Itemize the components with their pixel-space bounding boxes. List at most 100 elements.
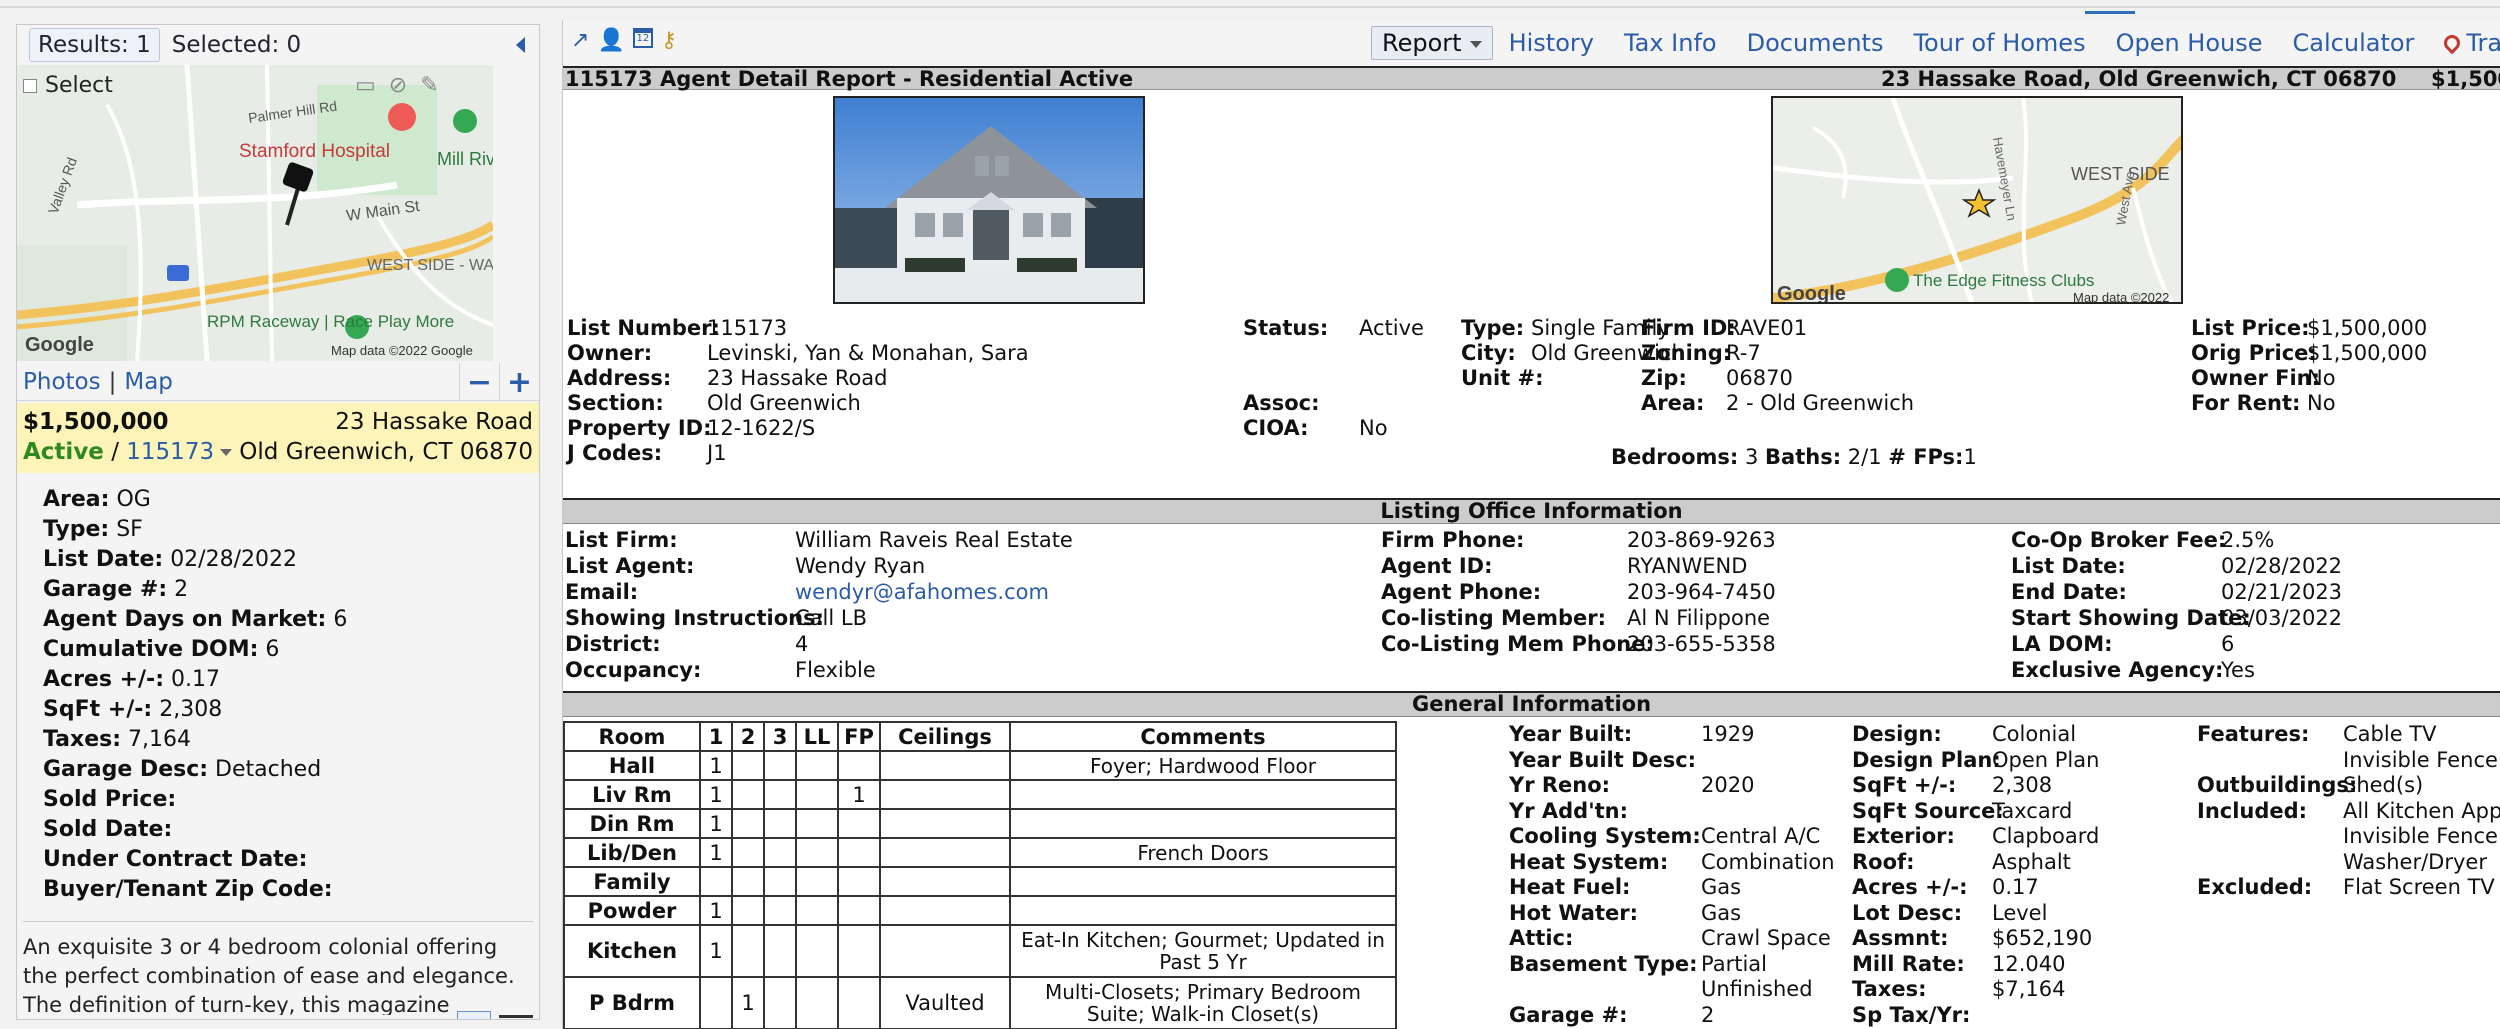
summary-fields: Area: OG Type: SF List Date: 02/28/2022 Gar…: [43, 485, 523, 905]
calendar-icon[interactable]: 12: [632, 28, 653, 48]
col-header-fp: FP: [837, 721, 881, 752]
map-draw-tools[interactable]: ▭ ⊘ ✎: [355, 73, 442, 98]
value-features: Cable TV: [2343, 722, 2437, 746]
cell-comments: Multi-Closets; Primary Bedroom Suite; Wa…: [1009, 976, 1397, 1029]
menu-tax-info[interactable]: Tax Info: [1624, 29, 1717, 57]
photos-link[interactable]: Photos: [23, 369, 101, 395]
menu-history[interactable]: History: [1509, 29, 1594, 57]
field-label: Garage Desc:: [43, 757, 209, 782]
col-header-ceilings: Ceilings: [879, 721, 1011, 752]
label-cooling-system: Cooling System:: [1509, 824, 1701, 848]
value-exterior: Clapboard: [1992, 824, 2100, 848]
label-owner: Owner:: [567, 341, 653, 365]
cell-l2: [731, 895, 765, 926]
label-lot-desc: Lot Desc:: [1852, 900, 1963, 925]
value-email[interactable]: wendyr@afahomes.com: [795, 580, 1049, 605]
table-row: Family: [563, 866, 1397, 897]
selected-count-tab[interactable]: Selected: 0: [172, 32, 301, 58]
label-la-dom: LA DOM:: [2011, 632, 2113, 656]
cell-room: Powder: [563, 895, 701, 926]
cell-l1: [699, 976, 733, 1029]
label-attic: Attic:: [1509, 926, 1574, 950]
select-checkbox[interactable]: [23, 78, 37, 93]
cell-l2: [731, 750, 765, 781]
col-header-3: 3: [763, 721, 797, 752]
listing-office-header: Listing Office Information: [563, 498, 2500, 524]
value-assmnt: $652,190: [1992, 926, 2093, 950]
label-list-agent: List Agent:: [565, 554, 695, 578]
label-co-listing-mem-phone: Co-Listing Mem Phone:: [1381, 632, 1654, 656]
select-all[interactable]: Select: [23, 73, 113, 98]
collapse-panel-icon[interactable]: [516, 37, 525, 53]
field-under-contract-date: Under Contract Date:: [43, 845, 523, 875]
results-map[interactable]: Palmer Hill Rd Stamford Hospital Mill Ri…: [17, 65, 493, 361]
value-mill-rate: 12.040: [1992, 951, 2066, 976]
report-menu: Report History Tax Info Documents Tour o…: [1371, 26, 2500, 60]
cell-room: Lib/Den: [563, 837, 701, 868]
value-la-dom: 6: [2221, 632, 2235, 656]
field-label: SqFt +/-:: [43, 697, 153, 722]
summary-mls-dropdown[interactable]: 115173: [126, 439, 233, 465]
cell-ceil: Vaulted: [879, 976, 1011, 1029]
report-address: 23 Hassake Road, Old Greenwich, CT 06870: [1881, 66, 2397, 91]
toolbar-icons: ↗ 👤 12 ⚷: [571, 28, 677, 53]
col-header-2: 2: [731, 721, 765, 752]
menu-calculator[interactable]: Calculator: [2293, 29, 2415, 57]
external-link-icon[interactable]: ↗: [571, 28, 589, 53]
map-label-westside: WEST SIDE - WATERSIDE - SOUTH END: [367, 257, 493, 274]
cell-ceil: [879, 837, 1011, 868]
col-header-comments: Comments: [1009, 721, 1397, 752]
value-agent-id: RYANWEND: [1627, 554, 1748, 578]
report-dropdown[interactable]: Report: [1371, 26, 1493, 60]
menu-open-house[interactable]: Open House: [2116, 29, 2263, 57]
table-row: Hall 1 Foyer; Hardwood Floor: [563, 750, 1397, 781]
card-view-icon[interactable]: [457, 1011, 491, 1019]
zoom-in-button[interactable]: +: [499, 363, 539, 401]
field-buyer-tenant-zip-code: Buyer/Tenant Zip Code:: [43, 875, 523, 905]
listing-description: An exquisite 3 or 4 bedroom colonial off…: [23, 935, 515, 1015]
label-orig-price: Orig Price:: [2191, 341, 2317, 365]
value-sqft: 2,308: [1992, 773, 2053, 797]
field-value: 02/28/2022: [170, 547, 297, 572]
label-exclusive-agency: Exclusive Agency:: [2011, 658, 2224, 682]
value-garage: 2: [1701, 1002, 1715, 1027]
value-list-date: 02/28/2022: [2221, 554, 2343, 578]
label-occupancy: Occupancy:: [565, 658, 702, 682]
listing-photo[interactable]: [833, 96, 1145, 304]
label-end-date: End Date:: [2011, 580, 2127, 604]
contact-icon[interactable]: 👤: [597, 28, 624, 53]
label-hot-water: Hot Water:: [1509, 900, 1638, 925]
cell-room: Kitchen: [563, 924, 701, 978]
value-acres: 0.17: [1992, 875, 2039, 899]
listing-location-map[interactable]: WEST SIDE The Edge Fitness Clubs Havemey…: [1771, 96, 2183, 304]
cell-ll: [795, 924, 839, 978]
cell-l2: [731, 837, 765, 868]
menu-transactiondesk[interactable]: TransactionDesk: [2441, 29, 2500, 57]
cell-fp: [837, 750, 881, 781]
value-cooling-system: Central A/C: [1701, 824, 1821, 848]
map-graphic: Palmer Hill Rd Stamford Hospital Mill Ri…: [17, 65, 493, 361]
field-garage: Garage #: 2: [43, 575, 523, 605]
label-excluded: Excluded:: [2197, 875, 2313, 899]
label-list-date: List Date:: [2011, 554, 2126, 578]
map-link[interactable]: Map: [124, 369, 173, 395]
keys-icon[interactable]: ⚷: [661, 28, 677, 53]
value-co-listing-member: Al N Filippone: [1627, 606, 1771, 630]
field-label: Area:: [43, 487, 110, 512]
label-list-firm: List Firm:: [565, 528, 678, 552]
value-list-number: 115173: [707, 316, 788, 340]
results-count-tab[interactable]: Results: 1: [29, 28, 160, 62]
cell-l2: [731, 924, 765, 978]
cell-ll: [795, 779, 839, 810]
zoom-out-button[interactable]: −: [459, 363, 499, 401]
value-address: 23 Hassake Road: [707, 366, 888, 390]
field-label: Sold Date:: [43, 817, 173, 842]
map-google-logo: Google: [1777, 283, 1846, 304]
menu-tour-of-homes[interactable]: Tour of Homes: [1913, 29, 2085, 57]
value-included: All Kitchen Appl: [2343, 798, 2500, 823]
listing-summary-card[interactable]: $1,500,000 23 Hassake Road Active / 11517…: [17, 403, 539, 473]
menu-documents[interactable]: Documents: [1747, 29, 1884, 57]
col-header-1: 1: [699, 721, 733, 752]
list-view-icon[interactable]: [499, 1015, 533, 1019]
rooms-table-header: Room 1 2 3 LL FP Ceilings Comments: [563, 721, 1397, 752]
